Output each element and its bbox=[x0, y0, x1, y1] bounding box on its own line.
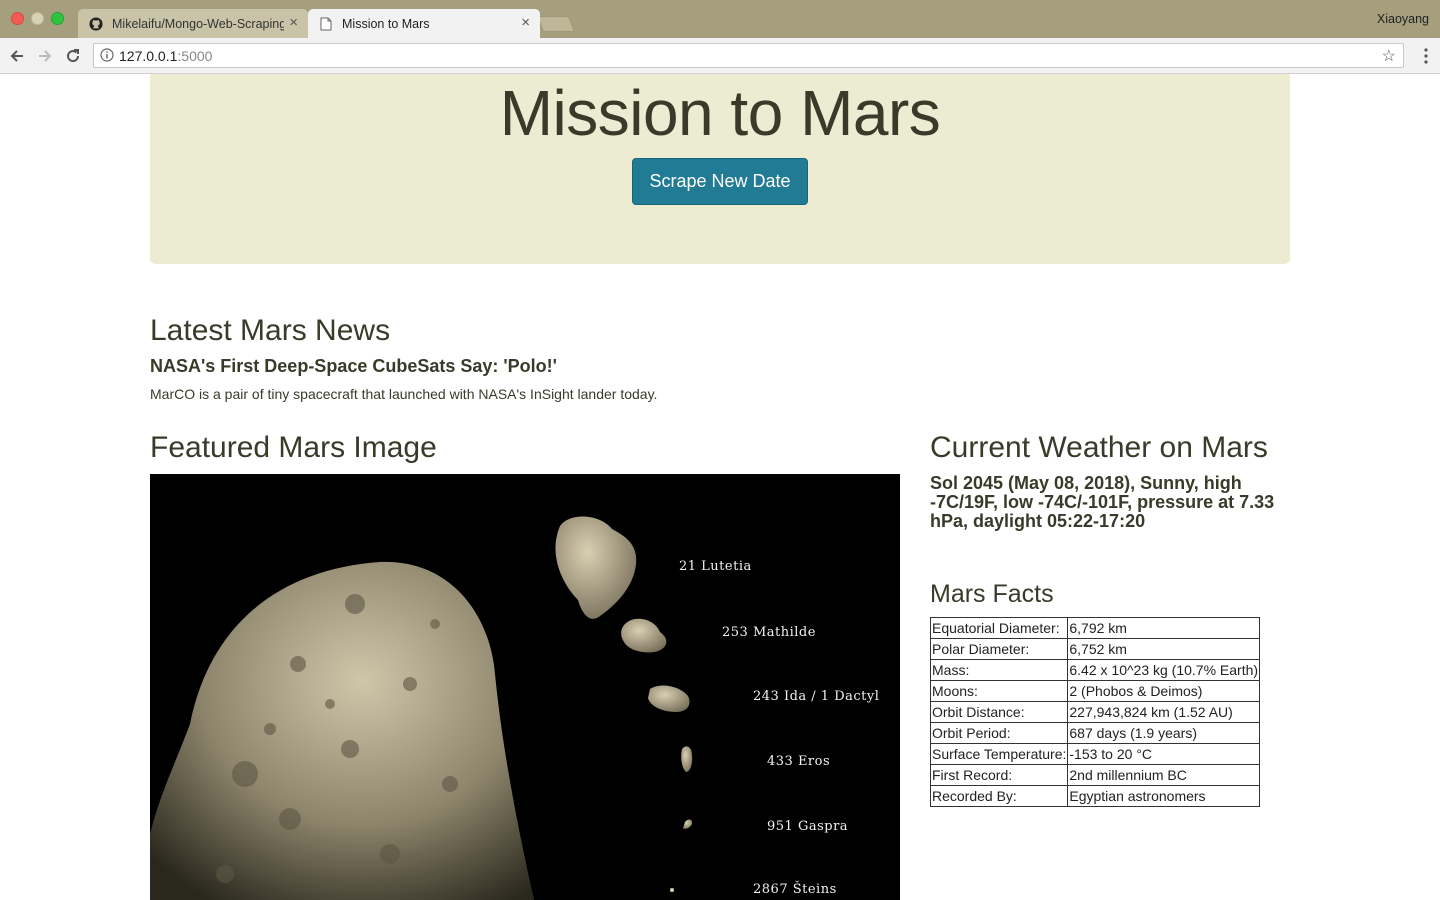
featured-image-title: Featured Mars Image bbox=[150, 431, 437, 464]
featured-mars-image[interactable]: 21 Lutetia 253 Mathilde 243 Ida / 1 Dact… bbox=[150, 474, 900, 900]
table-row: Surface Temperature: -153 to 20 °C bbox=[929, 743, 1261, 765]
news-section-title: Latest Mars News bbox=[150, 314, 391, 347]
fact-key: Polar Diameter: bbox=[929, 638, 1069, 660]
asteroid-label: 253 Mathilde bbox=[722, 625, 816, 640]
url-text: 127.0.0.1:5000 bbox=[119, 48, 212, 64]
maximize-window-button[interactable] bbox=[51, 12, 64, 25]
fact-value: 6,792 km bbox=[1067, 617, 1261, 639]
header-jumbotron: Mission to Mars Scrape New Date bbox=[150, 74, 1290, 264]
fact-key: Mass: bbox=[929, 659, 1069, 681]
fact-key: First Record: bbox=[929, 764, 1069, 786]
weather-report: Sol 2045 (May 08, 2018), Sunny, high -7C… bbox=[930, 473, 1275, 531]
close-tab-icon[interactable]: × bbox=[289, 15, 298, 31]
table-row: Orbit Distance: 227,943,824 km (1.52 AU) bbox=[929, 701, 1261, 723]
fact-value: -153 to 20 °C bbox=[1067, 743, 1261, 765]
asteroid-label: 243 Ida / 1 Dactyl bbox=[753, 689, 880, 704]
fact-value: 2 (Phobos & Deimos) bbox=[1067, 680, 1261, 702]
page-title: Mission to Mars bbox=[499, 77, 941, 149]
fact-key: Orbit Period: bbox=[929, 722, 1069, 744]
asteroid-label: 951 Gaspra bbox=[767, 819, 849, 834]
fact-value: 2nd millennium BC bbox=[1067, 764, 1261, 786]
facts-section-title: Mars Facts bbox=[930, 580, 1054, 608]
table-row: Equatorial Diameter: 6,792 km bbox=[929, 617, 1261, 639]
browser-toolbar: 127.0.0.1:5000 ☆ bbox=[0, 38, 1440, 74]
tab-github[interactable]: Mikelaifu/Mongo-Web-Scraping × bbox=[78, 9, 308, 38]
address-bar[interactable]: 127.0.0.1:5000 ☆ bbox=[93, 43, 1404, 68]
table-row: First Record: 2nd millennium BC bbox=[929, 764, 1261, 786]
page-icon bbox=[318, 16, 334, 32]
mars-facts-table: Equatorial Diameter: 6,792 km Polar Diame… bbox=[929, 617, 1261, 807]
fact-key: Recorded By: bbox=[929, 785, 1069, 807]
info-icon[interactable] bbox=[100, 48, 114, 62]
news-headline: NASA's First Deep-Space CubeSats Say: 'P… bbox=[150, 356, 557, 376]
fact-key: Moons: bbox=[929, 680, 1069, 702]
fact-key: Surface Temperature: bbox=[929, 743, 1069, 765]
asteroid-label: 2867 Šteins bbox=[753, 882, 837, 897]
table-row: Moons: 2 (Phobos & Deimos) bbox=[929, 680, 1261, 702]
table-row: Mass: 6.42 x 10^23 kg (10.7% Earth) bbox=[929, 659, 1261, 681]
fact-key: Equatorial Diameter: bbox=[929, 617, 1069, 639]
table-row: Recorded By: Egyptian astronomers bbox=[929, 785, 1261, 807]
table-row: Polar Diameter: 6,752 km bbox=[929, 638, 1261, 660]
fact-value: 6,752 km bbox=[1067, 638, 1261, 660]
page-viewport: Mission to Mars Scrape New Date Latest M… bbox=[0, 74, 1440, 900]
forward-icon[interactable] bbox=[34, 45, 56, 67]
tab-mission-to-mars[interactable]: Mission to Mars × bbox=[308, 9, 540, 38]
asteroid-label: 21 Lutetia bbox=[679, 559, 752, 574]
reload-icon[interactable] bbox=[62, 45, 84, 67]
profile-name[interactable]: Xiaoyang bbox=[1377, 12, 1429, 26]
fact-value: 6.42 x 10^23 kg (10.7% Earth) bbox=[1067, 659, 1261, 681]
fact-key: Orbit Distance: bbox=[929, 701, 1069, 723]
fact-value: Egyptian astronomers bbox=[1067, 785, 1261, 807]
scrape-button[interactable]: Scrape New Date bbox=[632, 158, 808, 205]
weather-section-title: Current Weather on Mars bbox=[930, 431, 1268, 464]
url-port: :5000 bbox=[177, 48, 213, 64]
new-tab-button[interactable] bbox=[537, 16, 575, 32]
fact-value: 227,943,824 km (1.52 AU) bbox=[1067, 701, 1261, 723]
browser-menu-icon[interactable] bbox=[1424, 47, 1428, 65]
asteroid-label: 433 Eros bbox=[767, 754, 831, 769]
minimize-window-button[interactable] bbox=[31, 12, 44, 25]
fact-value: 687 days (1.9 years) bbox=[1067, 722, 1261, 744]
table-row: Orbit Period: 687 days (1.9 years) bbox=[929, 722, 1261, 744]
browser-titlebar: Mikelaifu/Mongo-Web-Scraping × Mission t… bbox=[0, 0, 1440, 38]
news-teaser: MarCO is a pair of tiny spacecraft that … bbox=[150, 386, 658, 402]
github-icon bbox=[88, 16, 104, 32]
close-window-button[interactable] bbox=[11, 12, 24, 25]
tab-title: Mission to Mars bbox=[342, 16, 430, 31]
back-icon[interactable] bbox=[6, 45, 28, 67]
asteroid-illustration bbox=[150, 516, 693, 900]
close-tab-icon[interactable]: × bbox=[521, 15, 530, 31]
bookmark-star-icon[interactable]: ☆ bbox=[1382, 46, 1396, 66]
url-host: 127.0.0.1 bbox=[119, 48, 178, 64]
tab-title: Mikelaifu/Mongo-Web-Scraping bbox=[112, 16, 284, 31]
